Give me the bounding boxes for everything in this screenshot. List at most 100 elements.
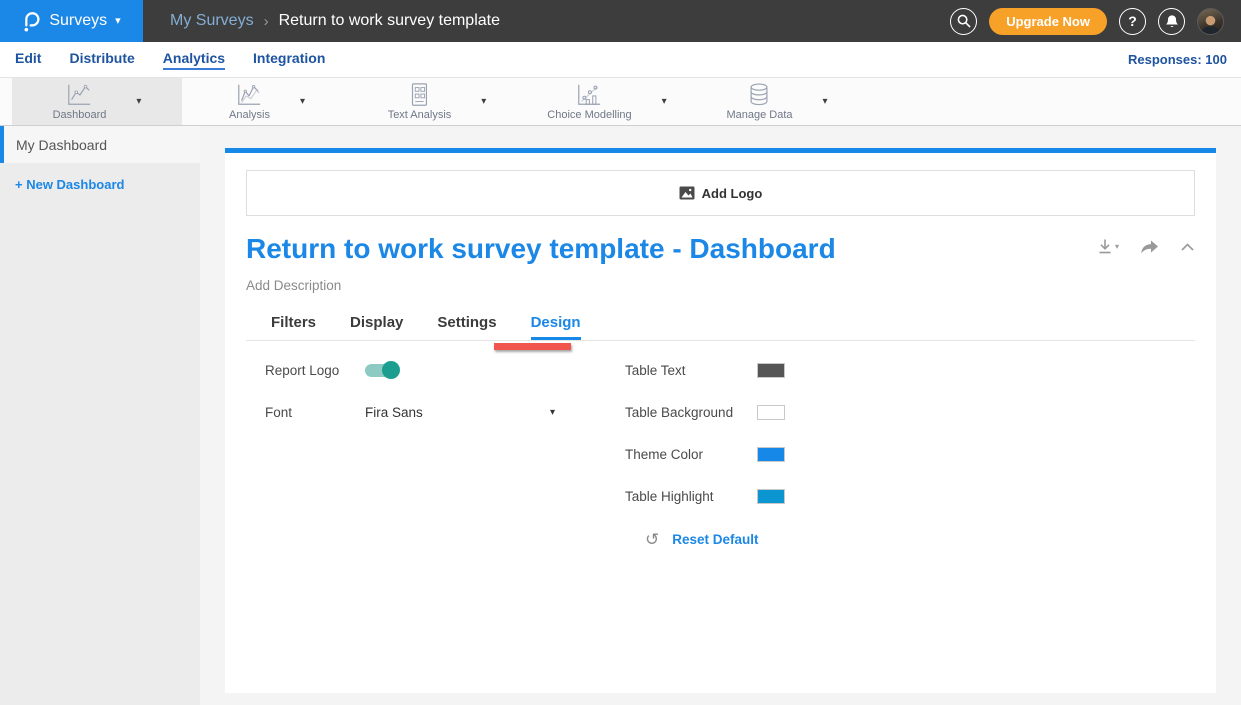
survey-tabs: Edit Distribute Analytics Integration xyxy=(15,50,1128,70)
breadcrumb-current: Return to work survey template xyxy=(279,12,500,30)
add-description-field[interactable]: Add Description xyxy=(246,278,1195,293)
app-root: Surveys ▾ My Surveys › Return to work su… xyxy=(0,0,1241,705)
toolbar-item-choice-modelling[interactable]: Choice Modelling ▾ xyxy=(522,78,692,125)
table-text-color-swatch[interactable] xyxy=(757,363,785,378)
add-logo-button[interactable]: Add Logo xyxy=(246,170,1195,216)
toolbar-item-analysis[interactable]: Analysis ▾ xyxy=(182,78,352,125)
main-area: Add Logo Return to work survey template … xyxy=(200,126,1241,705)
line-chart-icon xyxy=(64,82,94,108)
dashboard-sidebar: My Dashboard + New Dashboard xyxy=(0,126,200,705)
design-settings-panel: Report Logo Font Fira Sans ▾ xyxy=(246,341,1195,548)
table-highlight-color-swatch[interactable] xyxy=(757,489,785,504)
table-background-row: Table Background xyxy=(625,405,1195,420)
caret-down-icon[interactable]: ▾ xyxy=(300,96,305,107)
table-highlight-label: Table Highlight xyxy=(625,489,757,504)
click-highlight-annotation xyxy=(494,343,571,350)
chevron-up-icon xyxy=(1180,242,1195,252)
caret-down-icon: ▾ xyxy=(115,16,121,27)
design-settings-right-column: Table Text Table Background Theme Color xyxy=(625,363,1195,548)
caret-down-icon[interactable]: ▾ xyxy=(481,96,486,107)
database-icon xyxy=(744,82,774,108)
theme-color-swatch[interactable] xyxy=(757,447,785,462)
sidebar-item-my-dashboard[interactable]: My Dashboard xyxy=(0,126,200,163)
dashboard-card: Add Logo Return to work survey template … xyxy=(225,148,1216,693)
product-name: Surveys xyxy=(49,12,107,30)
image-icon xyxy=(679,186,695,200)
analytics-toolbar: Dashboard ▾ Analysis ▾ xyxy=(0,77,1241,126)
text-analysis-icon xyxy=(404,82,434,108)
help-button[interactable]: ? xyxy=(1119,8,1146,35)
questionpro-logo-icon xyxy=(22,9,41,33)
design-settings-left-column: Report Logo Font Fira Sans ▾ xyxy=(246,363,625,548)
theme-color-label: Theme Color xyxy=(625,447,757,462)
font-select[interactable]: Fira Sans ▾ xyxy=(365,405,555,420)
tab-integration[interactable]: Integration xyxy=(253,50,325,70)
report-logo-toggle[interactable] xyxy=(365,364,397,377)
download-icon xyxy=(1097,238,1113,255)
survey-section-nav: Edit Distribute Analytics Integration Re… xyxy=(0,42,1241,77)
responses-count[interactable]: Responses: 100 xyxy=(1128,52,1227,67)
font-label: Font xyxy=(265,405,365,420)
notifications-button[interactable] xyxy=(1158,8,1185,35)
toolbar-item-label: Text Analysis xyxy=(388,109,452,121)
dashboard-actions: ▾ xyxy=(1097,234,1195,255)
tab-edit[interactable]: Edit xyxy=(15,50,41,70)
table-background-label: Table Background xyxy=(625,405,757,420)
tab-display[interactable]: Display xyxy=(350,314,403,340)
reset-default-label: Reset Default xyxy=(672,532,758,547)
report-logo-label: Report Logo xyxy=(265,363,365,378)
font-row: Font Fira Sans ▾ xyxy=(265,405,625,420)
share-button[interactable] xyxy=(1140,239,1159,255)
add-logo-label: Add Logo xyxy=(702,186,763,201)
caret-down-icon[interactable]: ▾ xyxy=(823,96,828,107)
caret-down-icon[interactable]: ▾ xyxy=(136,96,141,107)
user-avatar[interactable] xyxy=(1197,8,1224,35)
toolbar-item-label: Manage Data xyxy=(726,109,792,121)
download-button[interactable]: ▾ xyxy=(1097,238,1119,255)
report-logo-row: Report Logo xyxy=(265,363,625,378)
toolbar-item-text-analysis[interactable]: Text Analysis ▾ xyxy=(352,78,522,125)
toolbar-item-manage-data[interactable]: Manage Data ▾ xyxy=(692,78,862,125)
dashboard-settings-tabs: Filters Display Settings Design xyxy=(246,314,1195,341)
upgrade-now-button[interactable]: Upgrade Now xyxy=(989,8,1107,35)
table-text-label: Table Text xyxy=(625,363,757,378)
tab-distribute[interactable]: Distribute xyxy=(69,50,134,70)
font-selected-value: Fira Sans xyxy=(365,405,423,420)
breadcrumb-parent[interactable]: My Surveys xyxy=(170,12,254,30)
tab-analytics[interactable]: Analytics xyxy=(163,50,225,70)
toolbar-item-label: Dashboard xyxy=(53,109,107,121)
refresh-icon: ↺ xyxy=(645,531,659,548)
toolbar-item-label: Analysis xyxy=(229,109,270,121)
share-icon xyxy=(1140,239,1159,255)
reset-default-button[interactable]: ↺ Reset Default xyxy=(645,531,1195,548)
table-text-row: Table Text xyxy=(625,363,1195,378)
tab-filters[interactable]: Filters xyxy=(271,314,316,340)
toolbar-item-dashboard[interactable]: Dashboard ▾ xyxy=(12,78,182,125)
person-icon xyxy=(1199,14,1222,34)
dashboard-title[interactable]: Return to work survey template - Dashboa… xyxy=(246,234,1097,265)
toolbar-item-label: Choice Modelling xyxy=(547,109,631,121)
question-mark-icon: ? xyxy=(1128,13,1137,29)
header-actions: Upgrade Now ? xyxy=(950,8,1241,35)
chevron-right-icon: › xyxy=(264,13,269,30)
new-dashboard-link[interactable]: + New Dashboard xyxy=(0,163,200,192)
table-highlight-row: Table Highlight xyxy=(625,489,1195,504)
title-row: Return to work survey template - Dashboa… xyxy=(246,234,1195,265)
search-icon xyxy=(956,13,972,29)
caret-down-icon: ▾ xyxy=(550,407,555,418)
bell-icon xyxy=(1165,14,1179,29)
caret-down-icon[interactable]: ▾ xyxy=(662,96,667,107)
product-switcher[interactable]: Surveys ▾ xyxy=(0,0,143,42)
search-button[interactable] xyxy=(950,8,977,35)
analysis-chart-icon xyxy=(234,82,264,108)
theme-color-row: Theme Color xyxy=(625,447,1195,462)
collapse-button[interactable] xyxy=(1180,242,1195,252)
caret-down-icon: ▾ xyxy=(1115,242,1119,251)
breadcrumb: My Surveys › Return to work survey templ… xyxy=(170,12,950,30)
tab-design[interactable]: Design xyxy=(531,314,581,340)
top-header: Surveys ▾ My Surveys › Return to work su… xyxy=(0,0,1241,42)
table-background-color-swatch[interactable] xyxy=(757,405,785,420)
tab-settings[interactable]: Settings xyxy=(437,314,496,340)
toggle-knob xyxy=(382,361,400,379)
card-accent-bar xyxy=(225,148,1216,153)
